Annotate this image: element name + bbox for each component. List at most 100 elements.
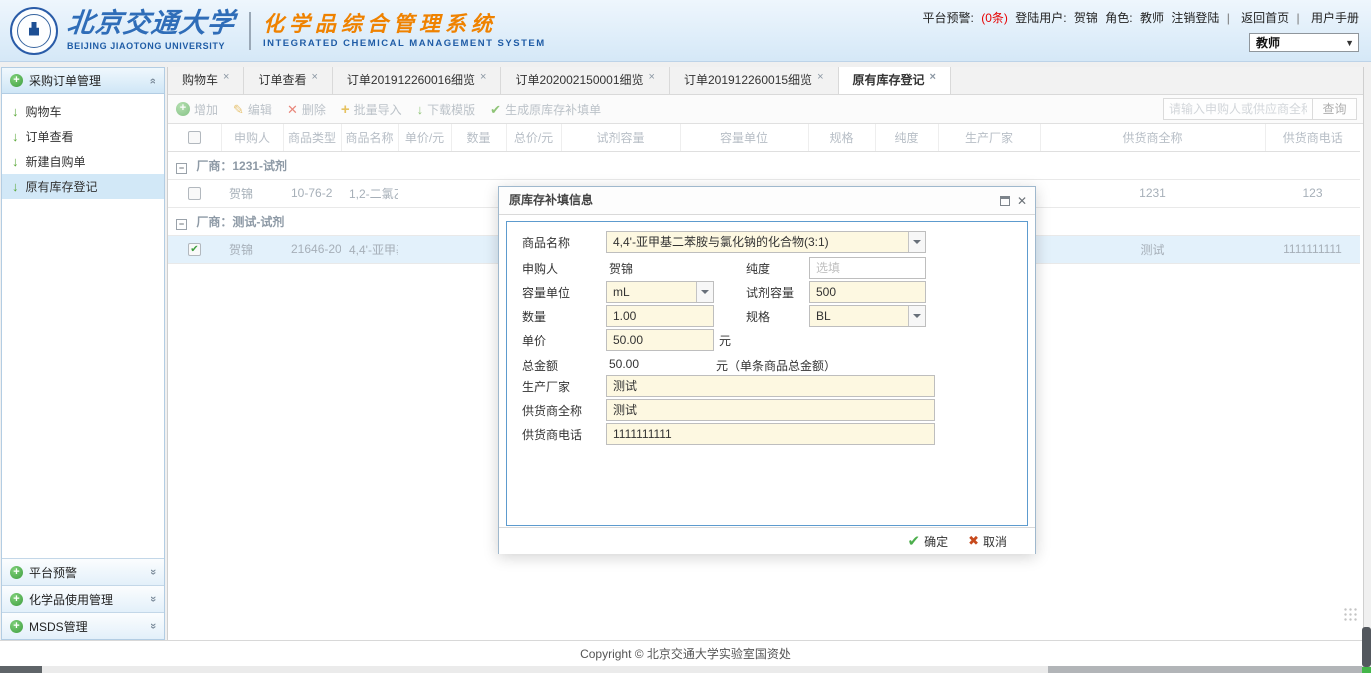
tab-existing-inventory[interactable]: 原有库存登记× xyxy=(839,67,951,94)
role-select-dropdown[interactable]: 教师 ▼ xyxy=(1249,33,1359,52)
row-checkbox-checked[interactable]: ✔ xyxy=(188,243,201,256)
purity-label: 纯度 xyxy=(746,260,770,277)
sidebar-panel-msds[interactable]: + MSDS管理 » xyxy=(2,612,164,639)
manufacturer-input[interactable]: 测试 xyxy=(606,375,935,397)
capacity-unit-select[interactable]: mL xyxy=(606,281,714,303)
reagent-capacity-label: 试剂容量 xyxy=(746,284,794,301)
maximize-icon[interactable] xyxy=(1000,196,1010,206)
header-checkbox[interactable] xyxy=(188,131,201,144)
collapse-group-icon[interactable]: − xyxy=(176,163,187,174)
system-name-cn: 化学品综合管理系统 xyxy=(263,12,546,35)
unit-price-label: 单价 xyxy=(522,332,546,349)
add-button[interactable]: + 增加 xyxy=(176,101,218,118)
vertical-scrollbar-thumb[interactable] xyxy=(1362,627,1371,667)
sidebar-item-new-self-order[interactable]: ↓ 新建自购单 xyxy=(2,149,164,174)
university-name-en: BEIJING JIAOTONG UNIVERSITY xyxy=(67,41,235,51)
reagent-capacity-input[interactable]: 500 xyxy=(809,281,926,303)
row-checkbox[interactable] xyxy=(188,187,201,200)
cell-product-type: 21646-20-8 xyxy=(283,235,341,263)
batch-import-button[interactable]: + 批量导入 xyxy=(341,101,402,118)
home-link[interactable]: 返回首页 xyxy=(1241,11,1289,25)
dropdown-arrow-icon[interactable] xyxy=(908,306,925,326)
cell-supplier: 1231 xyxy=(1040,179,1265,207)
dropdown-arrow-icon[interactable] xyxy=(696,282,713,302)
unit-price-input[interactable]: 50.00 xyxy=(606,329,714,351)
product-name-select[interactable]: 4,4'-亚甲基二苯胺与氯化钠的化合物(3:1) xyxy=(606,231,926,253)
delete-button[interactable]: ✕ 删除 xyxy=(287,101,326,118)
manufacturer-label: 生产厂家 xyxy=(522,378,570,395)
cancel-button[interactable]: ✖ 取消 xyxy=(968,533,1007,550)
dropdown-arrow-icon[interactable] xyxy=(908,232,925,252)
sidebar-panel-platform-alert[interactable]: + 平台预警 » xyxy=(2,558,164,585)
supplier-phone-input[interactable]: 1111111111 xyxy=(606,423,935,445)
tab-order-202002150001[interactable]: 订单202002150001细览 × xyxy=(501,67,670,94)
col-supplier: 供货商全称 xyxy=(1040,124,1265,151)
platform-alert-count[interactable]: (0条) xyxy=(981,11,1008,25)
app-screen: 北京交通大学 BEIJING JIAOTONG UNIVERSITY 化学品综合… xyxy=(0,0,1371,673)
tab-cart[interactable]: 购物车× xyxy=(168,67,244,94)
panel-resize-grip[interactable] xyxy=(1343,607,1359,623)
sidebar-panel-chemical-usage[interactable]: + 化学品使用管理 » xyxy=(2,585,164,612)
delete-icon: ✕ xyxy=(287,103,298,116)
capacity-unit-value: mL xyxy=(613,285,630,299)
tab-close-icon[interactable]: × xyxy=(817,71,823,83)
form-row-applicant-purity: 申购人 贺锦 纯度 xyxy=(507,256,1027,280)
tab-close-icon[interactable]: × xyxy=(649,71,655,83)
search-button[interactable]: 查询 xyxy=(1313,98,1357,120)
tab-close-icon[interactable]: × xyxy=(311,71,317,83)
check-icon: ✔ xyxy=(490,103,501,116)
tab-order-201912260015[interactable]: 订单201912260015细览× xyxy=(670,67,839,94)
col-unit-price: 单价/元 xyxy=(398,124,451,151)
sidebar-item-label: 原有库存登记 xyxy=(26,178,98,195)
form-row-supplier: 供货商全称 测试 xyxy=(507,398,1027,422)
dialog-form-panel: 商品名称 4,4'-亚甲基二苯胺与氯化钠的化合物(3:1) 申购人 贺锦 纯度 … xyxy=(506,221,1028,526)
select-all-header[interactable] xyxy=(168,124,221,151)
tab-close-icon[interactable]: × xyxy=(480,71,486,83)
generate-refill-form-button[interactable]: ✔ 生成原库存补填单 xyxy=(490,101,601,118)
scrollbar-corner xyxy=(1362,667,1371,673)
search-area: 查询 xyxy=(1163,98,1357,120)
chevron-double-down-icon: » xyxy=(147,569,159,575)
col-purity: 纯度 xyxy=(875,124,938,151)
tab-order-view[interactable]: 订单查看 × xyxy=(244,67,332,94)
sidebar-item-existing-inventory[interactable]: ↓ 原有库存登记 xyxy=(2,174,164,199)
form-row-phone: 供货商电话 1111111111 xyxy=(507,422,1027,446)
manual-link[interactable]: 用户手册 xyxy=(1311,11,1359,25)
plus-circle-icon: + xyxy=(10,593,23,606)
horizontal-scrollbar[interactable] xyxy=(0,666,1371,673)
col-capacity-unit: 容量单位 xyxy=(680,124,808,151)
tab-label: 订单202002150001细览 xyxy=(515,73,643,87)
confirm-button[interactable]: ✔ 确定 xyxy=(907,532,948,550)
capacity-unit-label: 容量单位 xyxy=(522,284,570,301)
total-amount-label: 总金额 xyxy=(522,357,558,374)
sidebar-item-cart[interactable]: ↓ 购物车 xyxy=(2,99,164,124)
sidebar-item-order-view[interactable]: ↓ 订单查看 xyxy=(2,124,164,149)
cell-product-name: 4,4'-亚甲基... xyxy=(341,235,398,263)
system-title-block: 化学品综合管理系统 INTEGRATED CHEMICAL MANAGEMENT… xyxy=(263,12,546,49)
tab-order-201912260016[interactable]: 订单201912260016细览× xyxy=(333,67,502,94)
green-arrow-icon: ↓ xyxy=(12,129,19,144)
supplier-name-input[interactable]: 测试 xyxy=(606,399,935,421)
collapse-group-icon[interactable]: − xyxy=(176,219,187,230)
sidebar-panel-purchase-orders[interactable]: + 采购订单管理 » xyxy=(2,68,164,94)
chevron-double-up-icon: » xyxy=(147,77,159,83)
tab-close-icon[interactable]: × xyxy=(930,71,936,83)
spec-select[interactable]: BL xyxy=(809,305,926,327)
edit-button[interactable]: ✎ 编辑 xyxy=(233,101,272,118)
col-reagent-capacity: 试剂容量 xyxy=(561,124,680,151)
tab-close-icon[interactable]: × xyxy=(223,71,229,83)
tab-label: 订单查看 xyxy=(258,73,306,87)
role-label: 角色: xyxy=(1105,11,1132,25)
purity-input[interactable] xyxy=(810,258,925,278)
horizontal-scrollbar-segment[interactable] xyxy=(1048,666,1362,673)
dialog-title-bar[interactable]: 原库存补填信息 ✕ xyxy=(499,187,1035,215)
quantity-input[interactable]: 1.00 xyxy=(606,305,714,327)
download-template-button[interactable]: ↓ 下载模版 xyxy=(417,101,476,118)
search-input[interactable] xyxy=(1163,98,1313,120)
logout-link[interactable]: 注销登陆 xyxy=(1171,11,1219,25)
col-supplier-phone: 供货商电话 xyxy=(1265,124,1360,151)
horizontal-scrollbar-thumb[interactable] xyxy=(0,666,42,673)
close-icon[interactable]: ✕ xyxy=(1017,195,1027,207)
table-header-row: 申购人 商品类型 商品名称 单价/元 数量 总价/元 试剂容量 容量单位 规格 … xyxy=(168,124,1360,151)
delete-label: 删除 xyxy=(302,101,326,118)
